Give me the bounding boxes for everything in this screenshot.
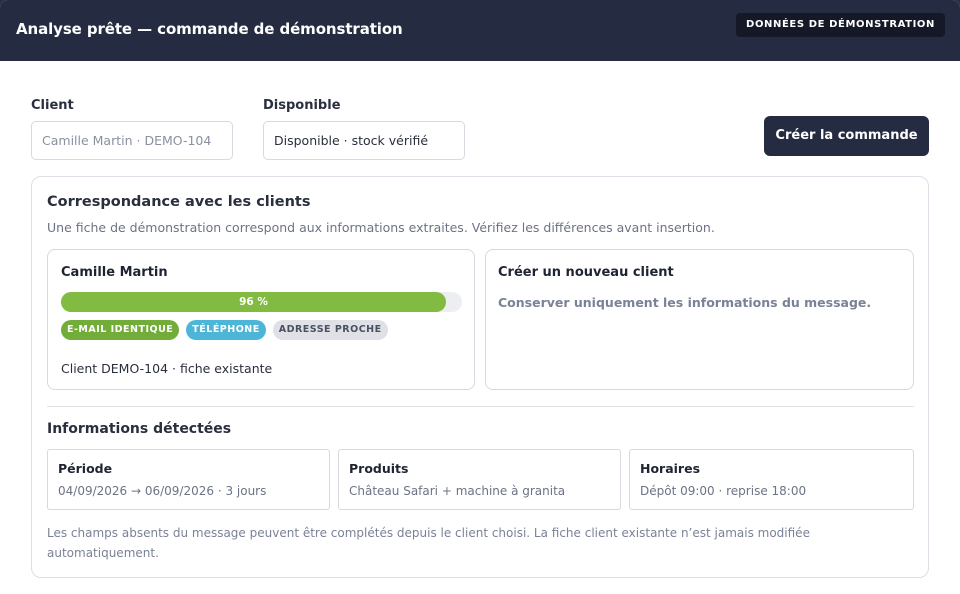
- candidate-record-info: Client DEMO-104 · fiche existante: [61, 361, 273, 376]
- tag-address-close: ADRESSE PROCHE: [272, 320, 388, 340]
- match-score-bar: 96 %: [61, 292, 462, 312]
- create-order-button[interactable]: Créer la commande: [764, 116, 929, 156]
- candidate-client-option[interactable]: Camille Martin 96 % E-MAIL IDENTIQUE TÉL…: [47, 249, 475, 390]
- info-products: Produits Château Safari + machine à gran…: [338, 449, 621, 510]
- available-label: Disponible: [263, 98, 341, 113]
- tag-phone-match: TÉLÉPHONE: [186, 320, 266, 340]
- matching-subtitle: Une fiche de démonstration correspond au…: [47, 220, 715, 235]
- new-client-subtitle: Conserver uniquement les informations du…: [498, 295, 872, 310]
- tag-email-match: E-MAIL IDENTIQUE: [61, 320, 180, 340]
- analysis-window: Analyse prête — commande de démonstratio…: [0, 0, 960, 594]
- matching-title: Correspondance avec les clients: [47, 194, 311, 210]
- info-schedule: Horaires Dépôt 09:00 · reprise 18:00: [629, 449, 914, 510]
- match-tags: E-MAIL IDENTIQUE TÉLÉPHONE ADRESSE PROCH…: [61, 320, 388, 340]
- candidate-name: Camille Martin: [61, 265, 168, 280]
- client-input[interactable]: Camille Martin · DEMO-104: [31, 121, 233, 160]
- info-period: Période 04/09/2026 → 06/09/2026 · 3 jour…: [47, 449, 330, 510]
- page-title: Analyse prête — commande de démonstratio…: [16, 20, 403, 38]
- new-client-option[interactable]: Créer un nouveau client Conserver unique…: [485, 249, 914, 390]
- info-products-value: Château Safari + machine à granita: [349, 484, 566, 498]
- match-score-fill: 96 %: [61, 292, 446, 312]
- header-bar: Analyse prête — commande de démonstratio…: [0, 0, 960, 61]
- demo-data-badge: DONNÉES DE DÉMONSTRATION: [736, 13, 945, 37]
- info-period-value: 04/09/2026 → 06/09/2026 · 3 jours: [58, 484, 267, 498]
- client-matching-card: Correspondance avec les clients Une fich…: [31, 176, 929, 578]
- info-products-label: Produits: [349, 461, 409, 476]
- info-schedule-label: Horaires: [640, 461, 701, 476]
- section-divider: [47, 406, 914, 407]
- client-label: Client: [31, 98, 74, 113]
- detected-info-title: Informations détectées: [47, 421, 232, 437]
- availability-select[interactable]: Disponible · stock vérifié: [263, 121, 465, 160]
- detected-footnote: Les champs absents du message peuvent êt…: [47, 526, 810, 560]
- info-period-label: Période: [58, 461, 113, 476]
- info-schedule-value: Dépôt 09:00 · reprise 18:00: [640, 484, 807, 498]
- new-client-title: Créer un nouveau client: [498, 265, 674, 280]
